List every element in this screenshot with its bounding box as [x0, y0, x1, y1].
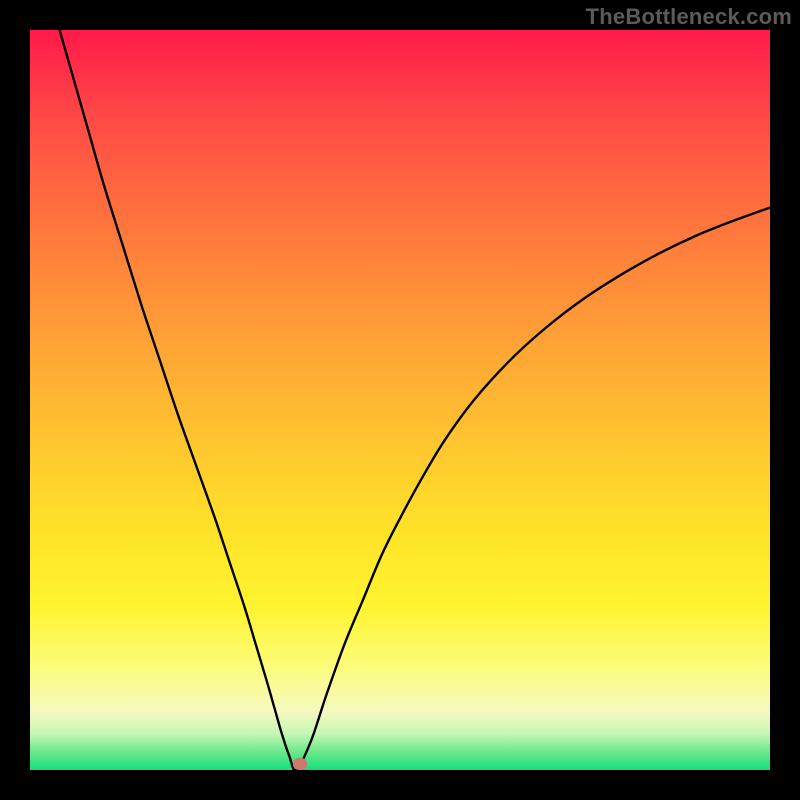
curve-svg — [30, 30, 770, 770]
watermark-text: TheBottleneck.com — [586, 4, 792, 30]
plot-area — [30, 30, 770, 770]
chart-frame: TheBottleneck.com — [0, 0, 800, 800]
min-marker — [293, 758, 307, 770]
bottleneck-curve — [60, 30, 770, 770]
